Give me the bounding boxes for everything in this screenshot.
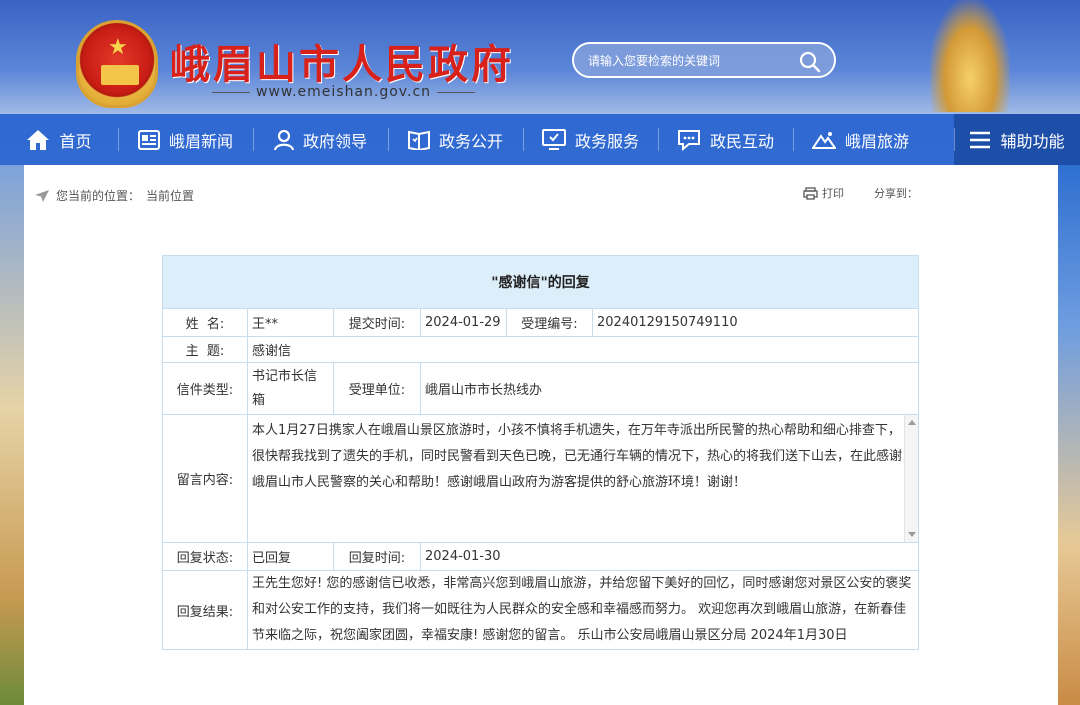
mountain-icon [811, 131, 836, 149]
nav-item-news[interactable]: 峨眉新闻 [118, 114, 253, 165]
breadcrumb-prefix: 您当前的位置： [56, 189, 141, 203]
search-input[interactable] [588, 51, 788, 71]
home-icon [27, 129, 50, 150]
nav-item-label: 峨眉旅游 [844, 131, 909, 151]
scroll-down-arrow-icon[interactable] [908, 532, 916, 537]
nav-item-public-affairs[interactable]: 政务公开 [388, 114, 523, 165]
page-tools: 打印 分享到： [803, 185, 918, 201]
printer-icon[interactable] [803, 186, 818, 200]
nav-item-label: 政民互动 [709, 131, 774, 151]
ticket-value: 20240129150749110 [592, 308, 919, 337]
person-icon [273, 129, 294, 150]
print-link[interactable]: 打印 [822, 185, 844, 201]
status-value: 已回复 [247, 542, 334, 571]
ticket-label: 受理编号: [506, 308, 593, 337]
reply-time-label: 回复时间: [333, 542, 421, 571]
nav-item-interaction[interactable]: 政民互动 [658, 114, 793, 165]
message-content: 本人1月27日携家人在峨眉山景区旅游时，小孩不慎将手机遗失，在万年寺派出所民警的… [252, 423, 903, 490]
nav-item-leaders[interactable]: 政府领导 [253, 114, 388, 165]
nav-item-services[interactable]: 政务服务 [523, 114, 658, 165]
nav-item-assist[interactable]: 辅助功能 [954, 114, 1080, 165]
message-textarea[interactable]: 本人1月27日携家人在峨眉山景区旅游时，小孩不慎将手机遗失，在万年寺派出所民警的… [247, 414, 919, 543]
reply-time-value: 2024-01-30 [420, 542, 919, 571]
name-value: 王** [247, 308, 334, 337]
divider-line [212, 91, 250, 93]
book-icon [407, 130, 430, 150]
monitor-icon [541, 128, 566, 150]
site-url-text: www.emeishan.gov.cn [256, 84, 432, 100]
nav-item-label: 峨眉新闻 [168, 131, 233, 151]
nav-item-label: 政务公开 [438, 131, 503, 151]
chat-icon [677, 129, 700, 151]
name-label: 姓 名: [162, 308, 248, 337]
subject-label: 主 题: [162, 336, 248, 363]
nav-item-home[interactable]: 首页 [0, 114, 118, 165]
type-label: 信件类型: [162, 362, 248, 415]
unit-value: 峨眉山市市长热线办 [420, 362, 919, 415]
unit-label: 受理单位: [333, 362, 421, 415]
nav-item-tourism[interactable]: 峨眉旅游 [793, 114, 928, 165]
subject-value: 感谢信 [247, 336, 919, 363]
nav-item-label: 政务服务 [574, 131, 639, 151]
divider-line [437, 91, 476, 93]
search-icon[interactable] [798, 50, 822, 74]
menu-icon [970, 131, 991, 148]
breadcrumb-current[interactable]: 当前位置 [146, 187, 194, 204]
main-nav: 首页 峨眉新闻 政府领导 政务公开 政务服务 政民互动 峨眉旅游 辅助功能 [0, 114, 1080, 165]
breadcrumb: 您当前的位置： 当前位置 [34, 187, 200, 204]
site-title[interactable]: 峨眉山市人民政府 [170, 32, 514, 90]
scenery-left-strip [0, 165, 24, 705]
submit-time-label: 提交时间: [333, 308, 421, 337]
search-box [572, 42, 836, 78]
result-label: 回复结果: [162, 570, 248, 650]
nav-item-label: 辅助功能 [1000, 131, 1065, 151]
share-label: 分享到： [874, 187, 918, 200]
location-arrow-icon [35, 189, 49, 202]
status-label: 回复状态: [162, 542, 248, 571]
scrollbar[interactable] [904, 415, 918, 542]
scenery-right-strip [1058, 165, 1080, 705]
nav-item-label: 首页 [59, 131, 92, 151]
content-panel: 您当前的位置： 当前位置 打印 分享到： "感谢信"的回复 姓 名: 王** 提… [24, 165, 1058, 705]
content-label: 留言内容: [162, 414, 248, 543]
type-value: 书记市长信箱 [247, 362, 334, 415]
site-url: www.emeishan.gov.cn [206, 84, 481, 100]
nav-item-label: 政府领导 [302, 131, 367, 151]
submit-time-value: 2024-01-29 [420, 308, 507, 337]
site-header: ★ 峨眉山市人民政府 www.emeishan.gov.cn [0, 0, 1080, 114]
scroll-up-arrow-icon[interactable] [908, 420, 916, 425]
national-emblem-logo: ★ [76, 20, 158, 108]
letter-caption: "感谢信"的回复 [162, 255, 919, 309]
reply-content: 王先生您好! 您的感谢信已收悉，非常高兴您到峨眉山旅游，并给您留下美好的回忆，同… [247, 570, 919, 650]
news-icon [137, 129, 160, 150]
star-icon: ★ [108, 35, 128, 60]
letter-table: "感谢信"的回复 姓 名: 王** 提交时间: 2024-01-29 受理编号:… [162, 255, 919, 650]
tiananmen-gate-shape [101, 65, 139, 85]
